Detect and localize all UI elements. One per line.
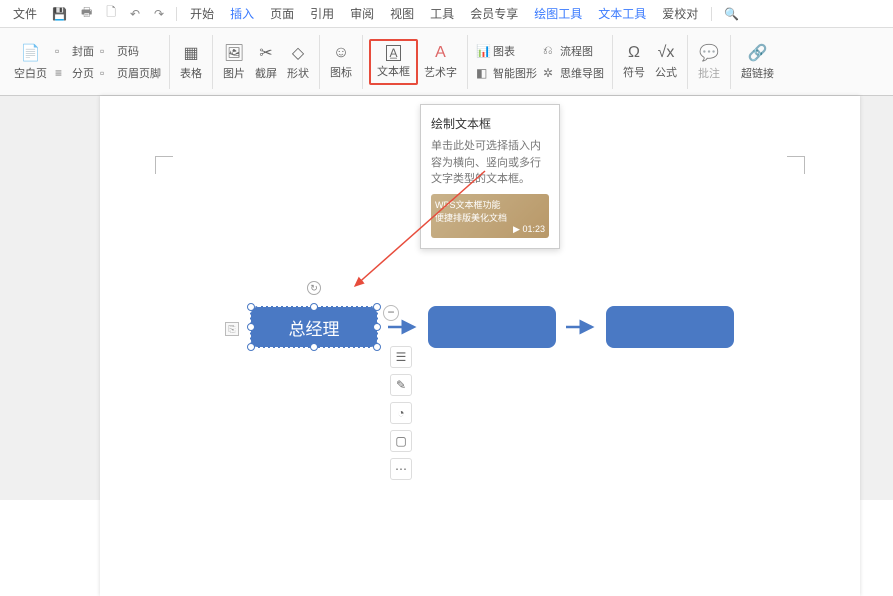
document-page[interactable]: 绘制文本框 单击此处可选择插入内容为横向、竖向或多行文字类型的文本框。 WPS文… — [100, 96, 860, 596]
break-button[interactable]: ≡分页 — [53, 64, 96, 82]
shape-text: 总经理 — [289, 315, 340, 340]
undo-icon[interactable]: ↶ — [126, 7, 144, 21]
picture-button[interactable]: 🖼图片 — [219, 41, 249, 83]
blank-page-label: 空白页 — [14, 65, 47, 81]
tab-view[interactable]: 视图 — [385, 3, 419, 24]
separator — [176, 7, 177, 21]
symbol-button[interactable]: Ω符号 — [619, 42, 649, 82]
shape-style-button[interactable]: ▢ — [390, 430, 412, 452]
shape-float-toolbar: ☰ ✎ ◔ ▢ ⋯ — [390, 346, 412, 480]
video-title: WPS文本框功能 便捷排版美化文档 — [435, 198, 545, 224]
video-duration: ▶ 01:23 — [513, 224, 545, 235]
wordart-button[interactable]: A艺术字 — [420, 42, 461, 82]
preview-icon[interactable]: 🗋 — [102, 3, 120, 24]
resize-handle[interactable] — [373, 323, 381, 331]
smartart-button[interactable]: ◧智能图形 — [474, 64, 539, 82]
resize-handle[interactable] — [247, 303, 255, 311]
tab-member[interactable]: 会员专享 — [465, 3, 523, 24]
rotate-handle[interactable]: ↻ — [307, 281, 321, 295]
file-menu[interactable]: 文件 — [8, 3, 42, 24]
blank-page-button[interactable]: 📄空白页 — [10, 41, 51, 83]
tooltip-video[interactable]: WPS文本框功能 便捷排版美化文档 ▶ 01:23 — [431, 194, 549, 238]
resize-handle[interactable] — [310, 303, 318, 311]
layout-options-button[interactable]: ☰ — [390, 346, 412, 368]
tab-insert[interactable]: 插入 — [225, 3, 259, 24]
edit-shape-button[interactable]: ✎ — [390, 374, 412, 396]
resize-handle[interactable] — [373, 343, 381, 351]
margin-corner — [155, 156, 173, 174]
save-icon[interactable]: 💾 — [48, 7, 71, 21]
selected-shape[interactable]: 总经理 ↻ − — [250, 306, 378, 348]
icon-button[interactable]: ☺图标 — [326, 42, 356, 82]
anchor-marker: ⎘ — [225, 322, 239, 336]
table-button[interactable]: ▦表格 — [176, 41, 206, 83]
header-footer-button[interactable]: ▫页眉页脚 — [98, 64, 163, 82]
mindmap-button[interactable]: ✲思维导图 — [541, 64, 606, 82]
tooltip-title: 绘制文本框 — [431, 115, 549, 132]
resize-handle[interactable] — [247, 323, 255, 331]
resize-handle[interactable] — [310, 343, 318, 351]
tab-proof[interactable]: 爱校对 — [657, 3, 703, 24]
flowchart-button[interactable]: ⎌流程图 — [541, 42, 606, 60]
textbox-tooltip: 绘制文本框 单击此处可选择插入内容为横向、竖向或多行文字类型的文本框。 WPS文… — [420, 104, 560, 249]
hyperlink-button[interactable]: 🔗超链接 — [737, 41, 778, 83]
shapes-button[interactable]: ◇形状 — [283, 41, 313, 83]
tab-tools[interactable]: 工具 — [425, 3, 459, 24]
flowchart-shape[interactable] — [428, 306, 556, 348]
resize-handle[interactable] — [373, 303, 381, 311]
tooltip-body: 单击此处可选择插入内容为横向、竖向或多行文字类型的文本框。 — [431, 138, 549, 188]
print-icon[interactable]: 🖶 — [77, 3, 96, 24]
tab-page[interactable]: 页面 — [265, 3, 299, 24]
tab-start[interactable]: 开始 — [185, 3, 219, 24]
connector-arrow-icon — [566, 317, 596, 337]
textbox-button[interactable]: A̲文本框 — [369, 39, 418, 85]
margin-corner — [787, 156, 805, 174]
formula-button[interactable]: √x公式 — [651, 42, 681, 82]
comment-button[interactable]: 💬批注 — [694, 41, 724, 83]
tab-review[interactable]: 审阅 — [345, 3, 379, 24]
tab-text-tools[interactable]: 文本工具 — [593, 3, 651, 24]
shape-more-button[interactable]: ⋯ — [390, 458, 412, 480]
tab-ref[interactable]: 引用 — [305, 3, 339, 24]
shape-fill-button[interactable]: ◔ — [390, 402, 412, 424]
redo-icon[interactable]: ↷ — [150, 7, 168, 21]
search-icon[interactable]: 🔍 — [720, 7, 743, 21]
chart-button[interactable]: 📊图表 — [474, 42, 539, 60]
separator — [711, 7, 712, 21]
resize-handle[interactable] — [247, 343, 255, 351]
screenshot-button[interactable]: ✂截屏 — [251, 41, 281, 83]
cover-button[interactable]: ▫封面 — [53, 42, 96, 60]
flowchart-shape[interactable] — [606, 306, 734, 348]
tab-drawing[interactable]: 绘图工具 — [529, 3, 587, 24]
pagenum-button[interactable]: ▫页码 — [98, 42, 163, 60]
delete-handle[interactable]: − — [383, 305, 399, 321]
